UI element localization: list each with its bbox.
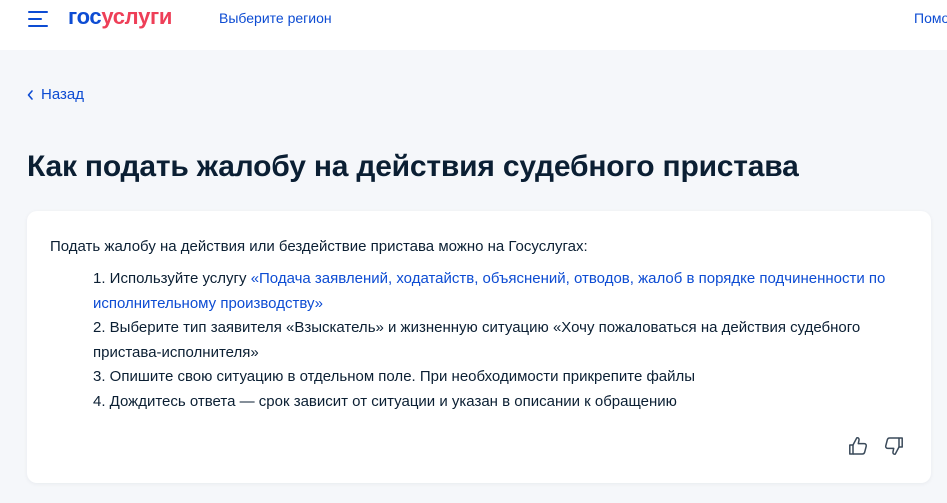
step-item-2: 2. Выберите тип заявителя «Взыскатель» и… bbox=[93, 319, 861, 361]
region-selector[interactable]: Выберите регион bbox=[219, 9, 332, 27]
thumb-down-icon[interactable] bbox=[882, 434, 906, 458]
top-header: госуслуги Выберите регион Помощь bbox=[0, 0, 947, 50]
gosuslugi-logo[interactable]: госуслуги bbox=[68, 4, 172, 30]
chevron-left-icon bbox=[27, 90, 33, 100]
steps-list: 1. Используйте услугу «Подача заявлений,… bbox=[93, 267, 923, 414]
logo-part-gos: гос bbox=[68, 4, 102, 29]
step-1-prefix: 1. Используйте услугу bbox=[93, 270, 251, 287]
step-item-1: 1. Используйте услугу «Подача заявлений,… bbox=[93, 267, 923, 316]
logo-part-uslugi: услуги bbox=[101, 4, 173, 29]
back-link[interactable]: Назад bbox=[26, 86, 84, 104]
back-label: Назад bbox=[41, 86, 84, 103]
step-item-3: 3. Опишите свою ситуацию в отдельном пол… bbox=[93, 368, 696, 385]
menu-icon[interactable] bbox=[28, 11, 50, 27]
help-link[interactable]: Помощь bbox=[914, 9, 947, 27]
intro-text: Подать жалобу на действия или бездействи… bbox=[50, 238, 588, 255]
step-item-4: 4. Дождитесь ответа — срок зависит от си… bbox=[93, 392, 677, 410]
instructions-card: Подать жалобу на действия или бездействи… bbox=[27, 211, 931, 483]
page-title: Как подать жалобу на действия судебного … bbox=[27, 150, 799, 183]
thumb-up-icon[interactable] bbox=[846, 434, 870, 458]
